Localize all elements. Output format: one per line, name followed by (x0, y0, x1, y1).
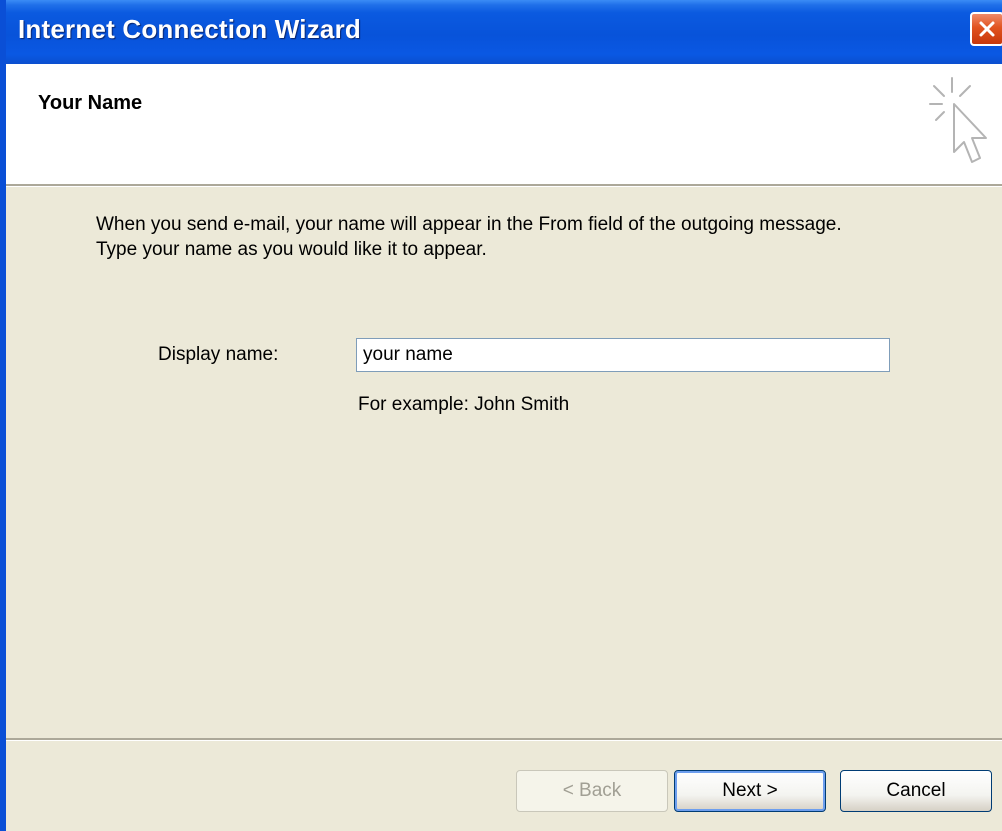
intro-line-1: When you send e-mail, your name will app… (96, 214, 842, 235)
page-title: Your Name (38, 92, 143, 114)
window-title: Internet Connection Wizard (18, 14, 361, 44)
close-icon (979, 21, 995, 37)
back-button[interactable]: < Back (516, 770, 668, 812)
next-button[interactable]: Next > (674, 770, 826, 812)
title-bar[interactable]: Internet Connection Wizard (6, 0, 1002, 64)
footer-divider (6, 738, 1002, 741)
display-name-label: Display name: (158, 344, 279, 365)
intro-text: When you send e-mail, your name will app… (96, 212, 976, 262)
display-name-input[interactable] (356, 338, 890, 372)
close-button[interactable] (970, 12, 1002, 46)
intro-line-2: Type your name as you would like it to a… (96, 239, 487, 260)
example-hint: For example: John Smith (358, 394, 570, 415)
header-panel: Your Name (6, 64, 1002, 184)
cancel-button[interactable]: Cancel (840, 770, 992, 812)
wizard-cursor-icon (929, 77, 987, 163)
wizard-window: Internet Connection Wizard Your Name Whe… (0, 0, 1002, 831)
header-divider (6, 184, 1002, 187)
